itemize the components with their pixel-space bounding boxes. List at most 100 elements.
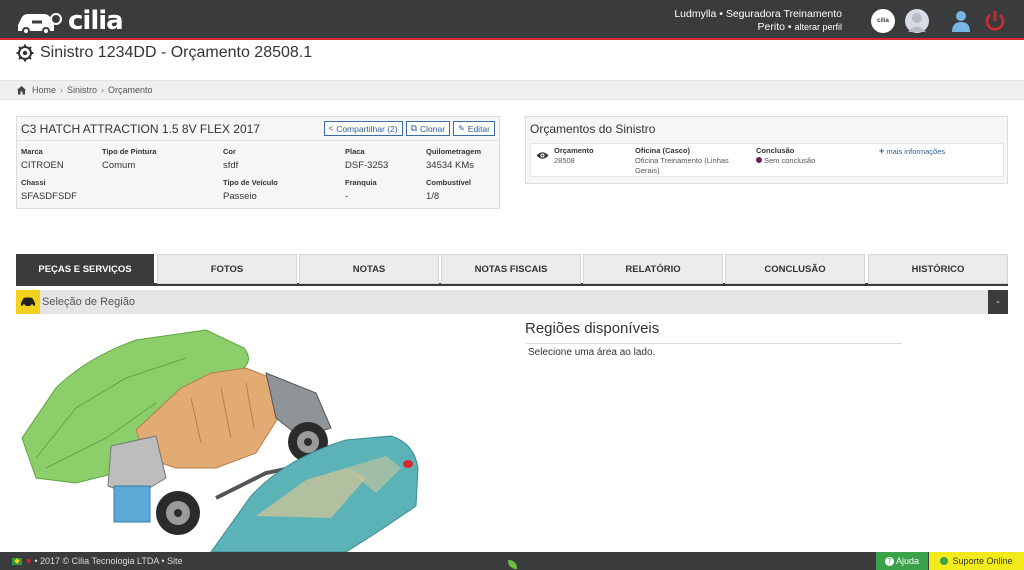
more-info-link[interactable]: + mais informações [879, 146, 945, 157]
field-value: Passeio [223, 191, 257, 202]
eye-icon[interactable] [536, 151, 549, 160]
profile-icon[interactable] [949, 9, 973, 33]
share-button[interactable]: < Compartilhar (2) [323, 121, 403, 136]
help-label: Ajuda [895, 556, 920, 566]
region-section-header[interactable]: Seleção de Região - [16, 290, 1008, 314]
breadcrumb-home[interactable]: Home [32, 85, 56, 95]
car-region-diagram[interactable] [16, 318, 436, 553]
avatar-icon [908, 13, 926, 32]
collapse-button[interactable]: - [988, 290, 1008, 314]
more-info-label: mais informações [886, 147, 946, 156]
question-icon: ? [884, 556, 894, 566]
field-label: Quilometragem [426, 147, 482, 156]
field-label: Conclusão [756, 146, 795, 155]
vehicle-field-fuel: Combustível 1/8 [426, 178, 471, 202]
edit-button[interactable]: ✎ Editar [453, 121, 495, 136]
orcamentos-title: Orçamentos do Sinistro [530, 122, 656, 136]
vehicle-field-mileage: Quilometragem 34534 KMs [426, 147, 481, 171]
brazil-flag-icon[interactable] [12, 557, 22, 565]
breadcrumb-sinistro[interactable]: Sinistro [67, 85, 97, 95]
vehicle-field-plate: Placa DSF-3253 [345, 147, 388, 171]
tab-fotos[interactable]: FOTOS [157, 254, 297, 284]
car-icon [16, 290, 40, 314]
support-label: Suporte Online [952, 556, 1013, 566]
field-label: Franquia [345, 178, 377, 187]
field-value: sfdf [223, 160, 239, 171]
region-radiator[interactable] [113, 485, 151, 523]
tab-pecas-servicos[interactable]: PEÇAS E SERVIÇOS [16, 254, 154, 284]
clone-button[interactable]: ⧉ Clonar [405, 121, 451, 136]
vehicle-field-brand: Marca CITROEN [21, 147, 64, 171]
regions-available-title: Regiões disponíveis [525, 320, 660, 337]
car-wrench-icon [18, 13, 62, 35]
tab-historico[interactable]: HISTÓRICO [868, 254, 1008, 284]
field-value: CITROEN [21, 160, 64, 171]
field-value: - [345, 191, 349, 202]
pencil-icon: ✎ [458, 124, 465, 133]
online-dot-icon [940, 557, 949, 565]
regions-hint: Selecione uma área ao lado. [528, 347, 656, 358]
tab-notas-fiscais[interactable]: NOTAS FISCAIS [441, 254, 581, 284]
power-off-icon[interactable] [983, 9, 1007, 33]
vehicle-field-chassis: Chassi SFASDFSDF [21, 178, 77, 202]
copy-icon: ⧉ [410, 123, 418, 133]
field-label: Tipo de Pintura [102, 147, 157, 156]
user-role: Perito [757, 21, 785, 33]
tab-relatorio[interactable]: RELATÓRIO [583, 254, 723, 284]
support-online-button[interactable]: Suporte Online [929, 552, 1024, 570]
breadcrumb: Home › Sinistro › Orçamento [0, 80, 1024, 100]
status-dot-icon [756, 157, 762, 163]
avatar[interactable] [905, 9, 929, 33]
vehicle-field-deductible: Franquia - [345, 178, 377, 202]
vehicle-field-paint: Tipo de Pintura Comum [102, 147, 156, 171]
page-title-row: Sinistro 1234DD - Orçamento 28508.1 [16, 44, 312, 62]
field-label: Tipo de Veículo [223, 178, 278, 187]
share-icon: < [328, 124, 334, 133]
field-label: Orçamento [554, 146, 594, 155]
orcamento-row[interactable]: Orçamento 28508 Oficina (Casco) Oficina … [530, 143, 1004, 177]
status-badge: Sem conclusão [764, 156, 816, 165]
field-label: Placa [345, 147, 365, 156]
divider [525, 343, 902, 344]
field-label: Chassi [21, 178, 46, 187]
plus-icon: + [879, 146, 885, 156]
edit-button-label: Editar [467, 123, 490, 134]
field-value: SFASDFSDF [21, 191, 77, 202]
field-value: 1/8 [426, 191, 440, 202]
home-icon[interactable] [16, 85, 27, 95]
orcamento-number: Orçamento 28508 [554, 146, 594, 166]
breadcrumb-orcamento[interactable]: Orçamento [108, 85, 153, 95]
orcamentos-panel: Orçamentos do Sinistro Orçamento 28508 O… [525, 116, 1008, 184]
page-title: Sinistro 1234DD - Orçamento 28508.1 [40, 44, 313, 61]
help-button[interactable]: ? Ajuda [876, 552, 928, 570]
brand-logo[interactable]: cilia [14, 6, 124, 36]
tab-notas[interactable]: NOTAS [299, 254, 439, 284]
region-section-label: Seleção de Região [42, 296, 135, 308]
orcamento-conclusion: Conclusão Sem conclusão [756, 146, 815, 166]
vehicle-panel: C3 HATCH ATTRACTION 1.5 8V FLEX 2017 < C… [16, 116, 500, 209]
chevron-right-icon: › [101, 85, 105, 95]
field-value: 28508 [554, 156, 575, 165]
region-wheel-front[interactable] [156, 491, 200, 535]
brand-name: cilia [68, 6, 124, 36]
cilia-mini-logo-icon[interactable]: cilia [871, 9, 895, 33]
field-value: DSF-3253 [345, 160, 389, 171]
top-navigation-bar: cilia Ludmylla • Seguradora Treinamento … [0, 0, 1024, 40]
vehicle-actions: < Compartilhar (2) ⧉ Clonar ✎ Editar [323, 121, 495, 136]
field-value: 34534 KMs [426, 160, 475, 171]
field-label: Marca [21, 147, 43, 156]
tab-conclusao[interactable]: CONCLUSÃO [725, 254, 865, 284]
chevron-right-icon: › [60, 85, 64, 95]
mini-logo-text: cilia [877, 18, 889, 24]
share-button-label: Compartilhar (2) [336, 123, 398, 134]
field-label: Combustível [426, 178, 472, 187]
field-label: Cor [223, 147, 236, 156]
footer-text: • 2017 © Cilia Tecnologia LTDA • Site [34, 556, 183, 566]
change-profile-link[interactable]: alterar perfil [794, 22, 842, 32]
vehicle-field-color: Cor sfdf [223, 147, 238, 171]
field-label: Oficina (Casco) [635, 146, 691, 155]
clone-button-label: Clonar [420, 123, 446, 134]
user-info: Ludmylla • Seguradora Treinamento Perito… [674, 8, 842, 33]
field-value: Oficina Treinamento (Linhas Gerais) [635, 156, 729, 175]
gear-icon [16, 44, 34, 62]
